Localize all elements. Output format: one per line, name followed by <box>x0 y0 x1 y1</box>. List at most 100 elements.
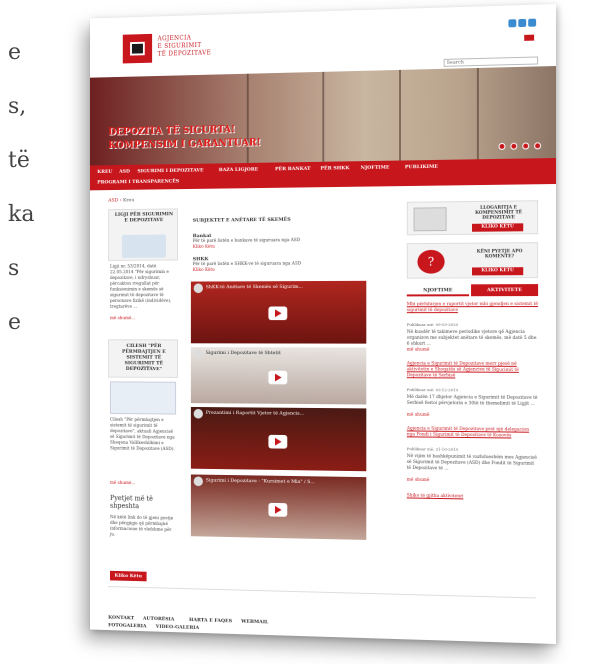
banner-slogan-2: KOMPENSIM I GARANTUAR! <box>108 137 261 151</box>
news-more-link[interactable]: më shumë <box>407 478 430 483</box>
background-word: s <box>8 256 20 281</box>
channel-avatar <box>193 476 203 487</box>
breadcrumb-current: Kreu <box>122 197 135 204</box>
background-word: s, <box>8 94 27 119</box>
site-header: AGJENCIA E SIGURIMIT TË DEPOZITAVE Searc… <box>89 4 556 76</box>
background-word: ka <box>8 202 35 227</box>
news-text: Më datën 17 dhjetor Agjencia e Sigurimit… <box>406 394 538 407</box>
search-input[interactable]: Search <box>443 56 539 67</box>
nav-item-kreu[interactable]: KREU <box>97 169 112 175</box>
footer-link-foto[interactable]: FOTOGALERIA <box>108 622 146 629</box>
news-date: Publikuar më: 09-03-2020 <box>406 322 459 327</box>
video-player[interactable]: Sigurimi i Depozitave të Shtetit <box>190 347 367 405</box>
youtube-icon[interactable] <box>528 18 537 27</box>
footer-link-harta[interactable]: HARTA E FAQES <box>189 617 232 624</box>
contact-box: ? KËNI PYETJE APO KOMENTE? KLIKO KËTU <box>406 242 539 279</box>
channel-avatar <box>193 408 203 419</box>
video-player[interactable]: Sigurimi i Depozitave - "Kursimet e Mia"… <box>190 474 367 540</box>
social-links <box>508 18 537 28</box>
background-word: e <box>8 40 22 65</box>
quote-box: CILESH "PËR PËRMBAJTJEN E SISTEMIT TË SI… <box>108 339 178 378</box>
slide-dot[interactable] <box>522 142 530 150</box>
background-text-column: e s, të ka s e <box>0 32 46 372</box>
quote-more-link[interactable]: më shumë... <box>110 481 135 486</box>
asd-logo[interactable] <box>122 33 153 64</box>
video-title[interactable]: Prezantimi i Raportit Vjetor të Agjencis… <box>206 410 304 417</box>
faq-button[interactable]: Kliko Këtu <box>109 570 147 582</box>
tab-aktivitete[interactable]: AKTIVITETE <box>471 284 539 297</box>
quote-text: Cilesh "Për përmbajtjen e sistemit të si… <box>109 417 175 453</box>
quote-image <box>109 381 177 415</box>
nav-item-sigurimi[interactable]: SIGURIMI I DEPOZITAVE <box>137 168 203 175</box>
background-word: të <box>8 148 30 173</box>
calculator-button[interactable]: KLIKO KËTU <box>472 223 524 232</box>
breadcrumb-home[interactable]: ASD <box>108 198 118 204</box>
nav-item-baza[interactable]: BAZA LIGJORE <box>219 167 258 173</box>
video-title[interactable]: Sigurimi i Depozitave - "Kursimet e Mia"… <box>206 478 315 486</box>
contact-button[interactable]: KLIKO KËTU <box>472 267 524 276</box>
safe-icon <box>130 41 145 56</box>
faq-text: Në këtë link do të gjeni pyetje dhe përg… <box>109 515 174 538</box>
video-player[interactable]: ShKK-të Anëtare të Skemës së Sigurim... <box>190 280 367 344</box>
news-more-link[interactable]: më shumë <box>407 413 430 418</box>
org-name-line1: AGJENCIA <box>157 34 192 43</box>
breadcrumb: ASD › Kreu <box>108 197 135 204</box>
quote-title: CILESH "PËR PËRMBAJTJEN E SISTEMIT TË SI… <box>121 343 166 373</box>
law-title: LIGJI PËR SIGURIMIN E DEPOZITAVE <box>114 211 174 224</box>
calculator-box: LLOGARITJA E KOMPENSIMIT TË DEPOZITAVE K… <box>406 200 539 236</box>
news-more-link[interactable]: më shumë <box>407 348 430 353</box>
news-title[interactable]: Agjencia e Sigurimit të Depozitave merr … <box>407 361 538 379</box>
slide-dot[interactable] <box>510 142 518 150</box>
nav-item-njoftime[interactable]: NJOFTIME <box>361 165 390 171</box>
channel-avatar <box>193 283 203 294</box>
law-box: LIGJI PËR SIGURIMIN E DEPOZITAVE <box>108 208 178 261</box>
slide-dot[interactable] <box>498 142 506 150</box>
footer-divider <box>108 586 537 599</box>
news-title[interactable]: Mbi përfshirjen e raportit vjetor mbi gj… <box>407 302 538 314</box>
nav-item-shkk[interactable]: PËR SHKK <box>320 165 349 171</box>
law-image <box>121 234 166 258</box>
faq-title: Pyetjet më të shpeshta <box>109 494 153 511</box>
vault-divider <box>399 69 401 161</box>
shkk-link[interactable]: Kliko Këtu <box>193 268 215 273</box>
calculator-icon <box>413 207 447 232</box>
contact-title: KËNI PYETJE APO KOMENTE? <box>476 249 523 260</box>
video-title[interactable]: Sigurimi i Depozitave të Shtetit <box>206 350 281 356</box>
tab-njoftime[interactable]: NJOFTIME <box>406 284 470 297</box>
footer-link-video[interactable]: VIDEO-GALERIA <box>156 624 199 631</box>
law-text: Ligji nr. 53/2014, datë 22.05.2014 "Për … <box>109 264 172 310</box>
news-text: Në kuadër të takimeve periodike vjetore … <box>406 329 537 347</box>
org-name-line2: E SIGURIMIT <box>157 42 202 51</box>
facebook-icon[interactable] <box>508 19 517 28</box>
news-date: Publikuar më: 21-10-2019 <box>406 446 459 452</box>
video-title[interactable]: ShKK-të Anëtare të Skemës së Sigurim... <box>206 284 303 290</box>
all-activities-link[interactable]: Shiko të gjitha aktivitetet <box>407 494 464 501</box>
banks-link[interactable]: Kliko Këtu <box>193 245 215 250</box>
footer-link-autoresia[interactable]: AUTORËSIA <box>143 616 174 623</box>
play-button[interactable] <box>268 306 288 321</box>
nav-item-asd[interactable]: ASD <box>119 169 130 175</box>
play-button[interactable] <box>268 502 288 517</box>
question-icon: ? <box>417 249 445 274</box>
slide-dot[interactable] <box>534 142 542 150</box>
language-flag-icon[interactable] <box>524 34 535 41</box>
law-more-link[interactable]: më shumë... <box>110 316 135 321</box>
members-title: SUBJEKTET E ANËTARE TË SKEMËS <box>192 216 291 224</box>
nav-item-bankat[interactable]: PËR BANKAT <box>275 166 311 172</box>
play-button[interactable] <box>268 370 288 385</box>
news-title[interactable]: Agjencia e Sigurimit të Depozitave pret … <box>407 426 538 439</box>
website-page: AGJENCIA E SIGURIMIT TË DEPOZITAVE Searc… <box>89 4 556 644</box>
vault-divider <box>476 67 479 160</box>
footer-link-kontakt[interactable]: KONTAKT <box>108 615 134 622</box>
screenshot-canvas: e s, të ka s e AGJENCIA E SIGURIMIT TË D… <box>0 0 605 664</box>
footer-link-webmail[interactable]: WEBMAIL <box>241 619 268 626</box>
play-button[interactable] <box>268 434 288 449</box>
nav-item-transparenca[interactable]: PROGRAMI I TRANSPARENCËS <box>97 179 179 186</box>
vault-divider <box>246 73 249 163</box>
twitter-icon[interactable] <box>518 18 527 28</box>
video-player[interactable]: Prezantimi i Raportit Vjetor të Agjencis… <box>190 406 367 472</box>
hero-banner: DEPOZITA TË SIGURTA! KOMPENSIM I GARANTU… <box>89 66 556 166</box>
channel-avatar <box>193 349 203 359</box>
nav-item-publikime[interactable]: PUBLIKIME <box>405 164 438 170</box>
news-text: Në vijim të bashkëpunimit të vazhdueshëm… <box>406 454 537 472</box>
